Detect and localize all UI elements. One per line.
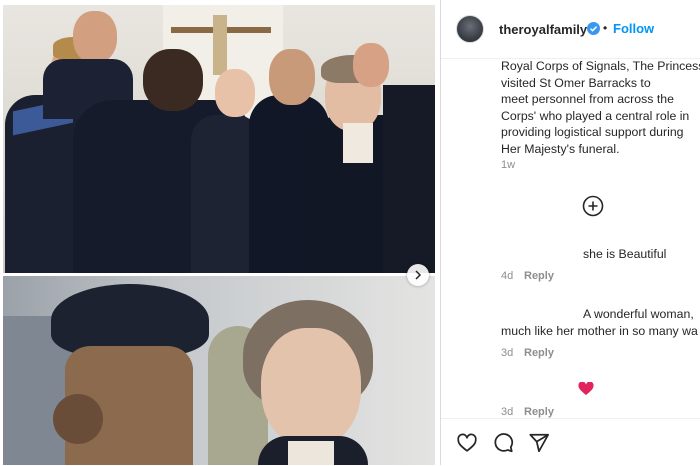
comment-age: 4d xyxy=(501,270,514,282)
comment-age: 3d xyxy=(501,347,514,359)
avatar[interactable] xyxy=(456,15,484,43)
reply-button[interactable]: Reply xyxy=(524,270,554,282)
follow-button[interactable]: Follow xyxy=(613,21,654,36)
chevron-right-icon xyxy=(415,270,422,280)
share-icon[interactable] xyxy=(528,432,550,454)
reply-button[interactable]: Reply xyxy=(524,406,554,418)
comment-age: 3d xyxy=(501,406,514,418)
post-media[interactable] xyxy=(0,0,440,465)
separator-dot: • xyxy=(603,21,608,35)
photo-handshake xyxy=(3,5,435,273)
heart-icon[interactable] xyxy=(456,432,478,454)
post-panel: theroyalfamily • Follow Royal Corps of S… xyxy=(440,0,700,466)
comment-icon[interactable] xyxy=(492,432,514,454)
caption-age: 1w xyxy=(501,159,516,171)
username-link[interactable]: theroyalfamily xyxy=(499,22,587,37)
post-header: theroyalfamily • Follow xyxy=(441,0,700,59)
next-slide-button[interactable] xyxy=(407,264,429,286)
verified-badge-icon xyxy=(587,22,600,35)
reply-button[interactable]: Reply xyxy=(524,347,554,359)
post-caption: Royal Corps of Signals, The Princess vis… xyxy=(501,59,700,156)
comment-text: she is Beautiful xyxy=(583,247,667,261)
heart-emoji-icon xyxy=(578,382,594,395)
plus-circle-icon[interactable] xyxy=(582,195,604,217)
action-bar xyxy=(441,418,700,466)
comment-text: A wonderful woman, much like her mother … xyxy=(501,307,698,338)
photo-portrait xyxy=(3,276,435,465)
